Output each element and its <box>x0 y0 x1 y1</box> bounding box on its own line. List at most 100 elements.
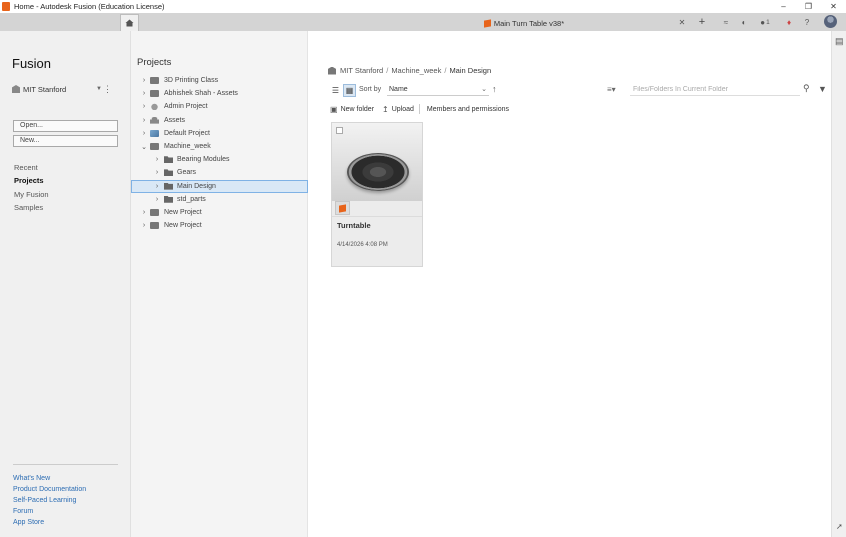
chevron-right-icon[interactable]: › <box>154 156 160 163</box>
help-icon[interactable]: ? <box>801 16 813 28</box>
open-button[interactable]: Open... <box>13 120 118 132</box>
brand-title: Fusion <box>12 56 52 71</box>
tree-row[interactable]: › std_parts <box>131 193 308 206</box>
chevron-right-icon[interactable]: › <box>141 77 147 84</box>
tree-row-label: New Project <box>164 222 202 230</box>
help-links: What's New Product Documentation Self-Pa… <box>13 475 86 530</box>
list-view-icon[interactable]: ☰ <box>330 85 341 96</box>
folder-icon <box>164 195 173 203</box>
tree-row-label: New Project <box>164 208 202 216</box>
tree-row[interactable]: ⌄ Machine_week <box>131 140 308 153</box>
upload-button[interactable]: ↥ Upload <box>382 105 414 114</box>
chevron-right-icon[interactable]: › <box>141 222 147 229</box>
close-window-button[interactable]: ✕ <box>821 0 846 13</box>
window-title: Home - Autodesk Fusion (Education Licens… <box>14 2 165 11</box>
alert-bell-icon[interactable]: ♦ <box>783 16 795 28</box>
tree-row-label: Machine_week <box>164 143 211 151</box>
folder-actions: ▣ New folder ↥ Upload Members and permis… <box>330 103 517 115</box>
link-forum[interactable]: Forum <box>13 508 86 519</box>
link-product-documentation[interactable]: Product Documentation <box>13 486 86 497</box>
job-status-icon[interactable]: ◐ <box>738 16 750 28</box>
new-folder-button[interactable]: ▣ New folder <box>330 105 374 114</box>
breadcrumb: MIT Stanford / Machine_week / Main Desig… <box>328 66 491 75</box>
folder-icon <box>164 169 173 177</box>
sort-select[interactable]: Name ⌄ <box>387 84 489 96</box>
panel-menu-icon[interactable]: ▤ <box>835 36 844 47</box>
chevron-right-icon[interactable]: › <box>154 169 160 176</box>
new-tab-icon[interactable]: + <box>696 15 708 29</box>
chevron-right-icon[interactable]: › <box>141 90 147 97</box>
tree-row[interactable]: › Abhishek Shah - Assets <box>131 87 308 100</box>
chevron-right-icon[interactable]: › <box>141 103 147 110</box>
pin-icon[interactable]: ➚ <box>836 522 843 531</box>
search-icon[interactable]: ⚲ <box>803 83 810 94</box>
new-button[interactable]: New... <box>13 135 118 147</box>
search-input[interactable] <box>630 83 800 96</box>
tree-row-label: Main Design <box>177 182 216 190</box>
folder-icon <box>164 156 173 164</box>
members-permissions-button[interactable]: Members and permissions <box>427 106 509 113</box>
chevron-right-icon[interactable]: › <box>154 196 160 203</box>
extensions-icon[interactable]: ≈ <box>720 16 732 28</box>
sidebar-item-recent[interactable]: Recent <box>14 163 49 176</box>
tree-row[interactable]: › Admin Project <box>131 100 308 113</box>
sidebar-item-projects[interactable]: Projects <box>14 176 49 189</box>
hub-selector[interactable]: MIT Stanford ▼ ⋮ <box>12 83 112 95</box>
sort-direction-icon[interactable]: ↑ <box>492 84 497 94</box>
project-icon <box>150 90 159 98</box>
chevron-right-icon[interactable]: › <box>141 209 147 216</box>
tree-row[interactable]: › 3D Printing Class <box>131 74 308 87</box>
tree-row-selected[interactable]: › Main Design <box>131 179 308 193</box>
user-avatar[interactable] <box>824 15 837 28</box>
grid-view-icon[interactable]: ▦ <box>343 84 356 97</box>
tree-row[interactable]: › New Project <box>131 206 308 219</box>
folder-icon <box>164 182 173 190</box>
file-date: 4/14/2026 4:08 PM <box>337 242 388 248</box>
home-tab[interactable] <box>120 14 139 31</box>
breadcrumb-project[interactable]: Machine_week <box>391 66 441 75</box>
chevron-down-icon[interactable]: ⌄ <box>141 143 147 151</box>
chevron-down-icon[interactable]: ▼ <box>96 86 102 92</box>
sidebar-item-my-fusion[interactable]: My Fusion <box>14 190 49 203</box>
tree-row[interactable]: › Default Project <box>131 127 308 140</box>
link-whats-new[interactable]: What's New <box>13 475 86 486</box>
filter-icon[interactable]: ▼ <box>818 84 827 94</box>
breadcrumb-folder: Main Design <box>449 66 492 75</box>
active-document-tab[interactable]: Main Turn Table v38* <box>334 15 714 31</box>
breadcrumb-hub[interactable]: MIT Stanford <box>340 66 383 75</box>
tree-row[interactable]: › New Project <box>131 219 308 232</box>
link-self-paced-learning[interactable]: Self-Paced Learning <box>13 497 86 508</box>
hub-name: MIT Stanford <box>23 84 67 94</box>
notification-count: 1 <box>766 18 770 26</box>
toolbar-divider <box>418 104 420 114</box>
tree-row-label: Assets <box>164 116 186 124</box>
sidebar-item-samples[interactable]: Samples <box>14 203 49 216</box>
chevron-down-icon: ⌄ <box>481 86 487 93</box>
project-icon <box>150 208 159 216</box>
link-app-store[interactable]: App Store <box>13 519 86 530</box>
notifications-icon[interactable]: ● 1 <box>756 16 774 28</box>
close-tab-icon[interactable]: ✕ <box>676 15 688 29</box>
chevron-right-icon[interactable]: › <box>154 183 160 190</box>
home-sidebar: Fusion MIT Stanford ▼ ⋮ Open... New... R… <box>0 31 131 537</box>
projects-heading: Projects <box>137 57 172 68</box>
members-label: Members and permissions <box>426 105 510 113</box>
filter-settings-icon[interactable]: ≡▾ <box>607 85 616 94</box>
sidebar-nav: Recent Projects My Fusion Samples <box>14 163 49 216</box>
upload-icon: ↥ <box>382 104 389 114</box>
tree-row[interactable]: › Gears <box>131 166 308 179</box>
home-icon <box>125 19 134 27</box>
chevron-right-icon[interactable]: › <box>141 117 147 124</box>
project-icon <box>150 77 159 85</box>
new-folder-icon: ▣ <box>330 104 338 114</box>
restore-button[interactable]: ❐ <box>796 0 821 13</box>
tree-row[interactable]: › Bearing Modules <box>131 153 308 166</box>
tree-row-label: Admin Project <box>164 103 208 111</box>
file-select-checkbox[interactable] <box>336 127 343 134</box>
file-card[interactable]: Turntable 4/14/2026 4:08 PM <box>331 122 423 267</box>
tree-row[interactable]: › Assets <box>131 114 308 127</box>
window-controls: – ❐ ✕ <box>771 0 846 13</box>
chevron-right-icon[interactable]: › <box>141 130 147 137</box>
minimize-button[interactable]: – <box>771 0 796 13</box>
more-options-icon[interactable]: ⋮ <box>103 85 112 94</box>
